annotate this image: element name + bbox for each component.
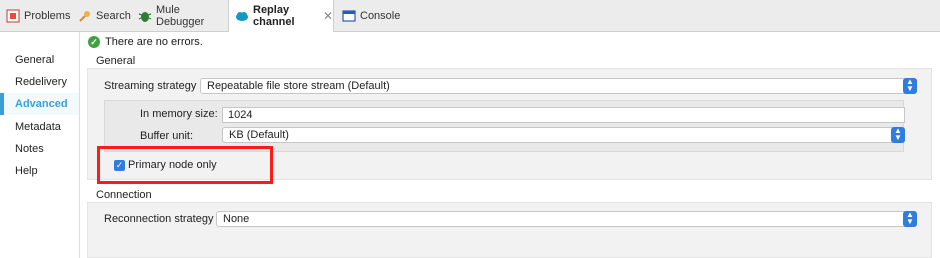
nav-item-general[interactable]: General <box>0 49 79 71</box>
tab-label: Mule Debugger <box>156 3 205 28</box>
reconnection-strategy-select[interactable]: None ▲ ▼ <box>216 211 917 227</box>
salesforce-cloud-icon <box>235 9 249 23</box>
console-icon <box>342 9 356 23</box>
select-arrows-icon: ▲ ▼ <box>903 211 917 227</box>
status-text: There are no errors. <box>105 36 203 48</box>
select-arrows-icon: ▲ ▼ <box>903 78 917 94</box>
nav-item-notes[interactable]: Notes <box>0 138 79 160</box>
streaming-strategy-select[interactable]: Repeatable file store stream (Default) ▲… <box>200 78 917 94</box>
problems-icon <box>6 9 20 23</box>
close-icon[interactable]: ✕ <box>323 9 333 23</box>
section-title-connection: Connection <box>96 189 152 201</box>
reconnection-strategy-value: None <box>223 213 250 225</box>
debugger-icon <box>138 9 152 23</box>
tab-label: Replay channel <box>253 4 295 28</box>
tab-replay-channel[interactable]: Replay channel ✕ <box>228 0 334 32</box>
left-nav: General Redelivery Advanced Metadata Not… <box>0 32 80 258</box>
in-memory-size-input[interactable]: 1024 <box>222 107 905 123</box>
validation-status: ✓ There are no errors. <box>88 35 203 49</box>
buffer-unit-select[interactable]: KB (Default) ▲ ▼ <box>222 127 905 143</box>
nav-item-metadata[interactable]: Metadata <box>0 116 79 138</box>
tab-console[interactable]: Console <box>336 0 406 31</box>
select-arrows-icon: ▲ ▼ <box>891 127 905 143</box>
reconnection-strategy-label: Reconnection strategy <box>104 213 214 225</box>
streaming-options-panel: In memory size: 1024 Buffer unit: KB (De… <box>104 100 905 152</box>
tab-mule-debugger[interactable]: Mule Debugger <box>132 0 228 31</box>
tab-search[interactable]: Search <box>72 0 132 31</box>
buffer-unit-label: Buffer unit: <box>140 130 193 142</box>
nav-item-help[interactable]: Help <box>0 160 79 182</box>
connection-panel: Reconnection strategy None ▲ ▼ <box>87 202 932 258</box>
check-circle-icon: ✓ <box>88 36 100 48</box>
tab-label: Console <box>360 9 401 22</box>
streaming-strategy-label: Streaming strategy <box>104 80 197 92</box>
nav-item-advanced[interactable]: Advanced <box>0 93 79 115</box>
in-memory-size-label: In memory size: <box>140 108 218 120</box>
streaming-strategy-value: Repeatable file store stream (Default) <box>207 80 390 92</box>
tab-label: Search <box>96 9 131 22</box>
tab-label: Problems <box>24 9 71 22</box>
annotation-highlight-box <box>97 146 273 184</box>
tab-problems[interactable]: Problems <box>0 0 72 31</box>
editor-tab-bar: Problems Search Mule Debugger Replay cha… <box>0 0 940 32</box>
section-title-general: General <box>96 55 136 67</box>
buffer-unit-value: KB (Default) <box>229 129 289 141</box>
search-icon <box>78 9 92 23</box>
nav-item-redelivery[interactable]: Redelivery <box>0 71 79 93</box>
